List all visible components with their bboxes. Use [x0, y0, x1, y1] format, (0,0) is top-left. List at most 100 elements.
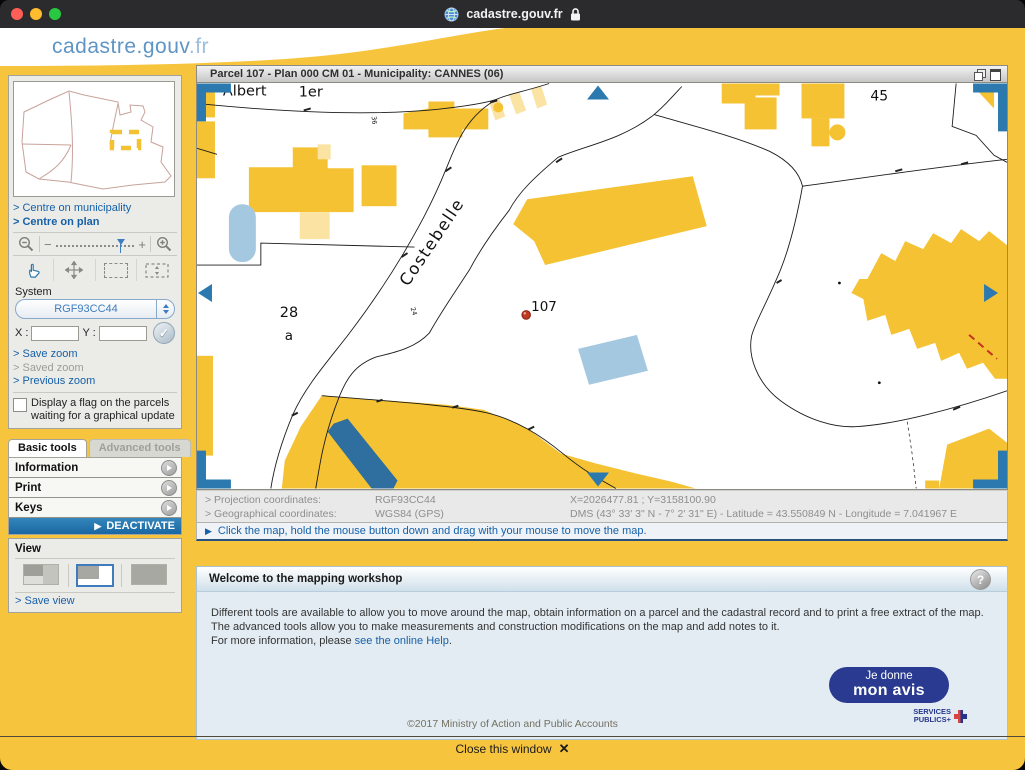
expand-arrow-icon[interactable] [161, 460, 177, 476]
parcel-marker-highlight [524, 312, 526, 314]
pan-arrows-tool-button[interactable] [53, 259, 94, 281]
welcome-panel: Welcome to the mapping workshop ? Differ… [196, 566, 1008, 740]
zoom-in-button[interactable] [150, 236, 177, 252]
projection-coordinates-row: > Projection coordinates: RGF93CC44 X=20… [197, 493, 1007, 507]
map-panel-title: Parcel 107 - Plan 000 CM 01 - Municipali… [210, 68, 970, 80]
extent-rectangle-tool-button[interactable] [136, 259, 177, 281]
move-arrows-icon [65, 261, 83, 279]
feedback-line2: mon avis [853, 683, 925, 699]
zoom-slider-track[interactable] [56, 239, 135, 249]
centre-on-plan-link[interactable]: > Centre on plan [13, 216, 177, 230]
y-coordinate-input[interactable] [99, 326, 147, 341]
accordion-item-print[interactable]: Print [9, 478, 181, 498]
saved-zoom-link: > Saved zoom [13, 362, 177, 376]
corner-handle-bottom-left[interactable] [197, 451, 231, 489]
logo-main: cadastre.gouv [52, 35, 189, 58]
welcome-body: Different tools are available to allow y… [197, 592, 1007, 648]
x-coordinate-input[interactable] [31, 326, 79, 341]
system-select[interactable]: RGF93CC44 [15, 299, 175, 319]
previous-zoom-link[interactable]: > Previous zoom [13, 375, 177, 389]
welcome-paragraph-2: The advanced tools allow you to make mea… [211, 620, 993, 634]
lock-icon [570, 8, 581, 21]
coordinates-bar: > Projection coordinates: RGF93CC44 X=20… [196, 490, 1008, 523]
feedback-button[interactable]: Je donne mon avis [829, 667, 949, 703]
map-panel: Parcel 107 - Plan 000 CM 01 - Municipali… [196, 65, 1008, 541]
arrow-right-icon: ▶ [94, 521, 101, 532]
zoom-slider-handle[interactable] [117, 239, 125, 245]
page-title: cadastre.gouv.fr [466, 7, 562, 21]
map-hint-bar: ▶ Click the map, hold the mouse button d… [196, 523, 1008, 541]
parcel-marker-dot [522, 311, 531, 320]
magnifier-plus-icon [156, 236, 172, 252]
footer-divider [0, 736, 1025, 737]
pan-up-arrow[interactable] [587, 85, 609, 99]
close-x-icon: ✕ [559, 741, 570, 757]
parcel-label-45: 45 [870, 88, 888, 104]
deactivate-button[interactable]: ▶ DEACTIVATE [9, 518, 181, 534]
zoom-rectangle-tool-button[interactable] [95, 259, 136, 281]
welcome-paragraph-1: Different tools are available to allow y… [211, 606, 993, 620]
accordion-label: Information [15, 462, 78, 474]
zoom-out-button[interactable] [13, 236, 40, 252]
welcome-header: Welcome to the mapping workshop ? [197, 567, 1007, 592]
view-layout-split-button[interactable] [23, 564, 59, 585]
centre-on-municipality-link[interactable]: > Centre on municipality [13, 202, 177, 216]
view-layout-full-button[interactable] [131, 564, 167, 585]
road-tick-marks [292, 100, 968, 429]
house-number-36: 36 [370, 116, 379, 125]
online-help-link[interactable]: see the online Help [355, 635, 449, 647]
system-label: System [15, 286, 175, 298]
select-stepper-icon[interactable] [156, 300, 174, 318]
browser-tab-title: cadastre.gouv.fr [0, 0, 1025, 28]
parcel-label-28a: a [285, 329, 293, 344]
overview-minimap[interactable] [13, 81, 175, 197]
flag-checkbox[interactable] [13, 398, 27, 412]
zoom-minus-label[interactable]: − [44, 237, 52, 252]
dashed-rectangle-icon [104, 263, 128, 278]
geographic-system: WGS84 (GPS) [375, 507, 570, 521]
map-tools-row [13, 257, 177, 283]
view-layout-map-left-button[interactable] [76, 564, 114, 587]
close-this-window-button[interactable]: Close this window ✕ [0, 741, 1025, 757]
pool-shape [578, 335, 648, 385]
view-panel-title: View [15, 543, 175, 555]
expand-arrow-icon[interactable] [161, 500, 177, 516]
projection-label: > Projection coordinates: [197, 493, 375, 507]
accordion-item-information[interactable]: Information [9, 458, 181, 478]
view-layout-options [15, 558, 175, 593]
cadastral-map[interactable]: Albert 1er 45 28 a 107 Costebelle 24 36 [197, 83, 1007, 489]
zoom-slider-row: − + [13, 232, 177, 256]
parcel-label-107: 107 [531, 300, 557, 315]
map-viewport[interactable]: Albert 1er 45 28 a 107 Costebelle 24 36 [196, 83, 1008, 490]
dashed-extent-icon [145, 262, 169, 279]
welcome-paragraph-3: For more information, please see the onl… [211, 634, 993, 648]
welcome-p3-suffix: . [449, 635, 452, 647]
accordion-item-keys[interactable]: Keys [9, 498, 181, 518]
pan-left-arrow[interactable] [198, 284, 212, 302]
flag-checkbox-row: Display a flag on the parcels waiting fo… [13, 396, 177, 424]
cadastre-logo[interactable]: cadastre.gouv.fr [52, 35, 209, 59]
projection-system: RGF93CC44 [375, 493, 570, 507]
flag-checkbox-label: Display a flag on the parcels waiting fo… [31, 397, 177, 423]
tab-advanced-tools[interactable]: Advanced tools [89, 439, 191, 457]
browser-titlebar: cadastre.gouv.fr [0, 0, 1025, 29]
tools-accordion: Information Print Keys ▶ DEACTIVATE [8, 457, 182, 535]
pan-hand-tool-button[interactable] [13, 259, 53, 281]
coordinate-go-button[interactable]: ✓ [153, 322, 175, 344]
tool-tabs: Basic tools Advanced tools [8, 439, 191, 457]
projection-values: X=2026477.81 ; Y=3158100.90 [570, 493, 1007, 507]
geographic-label: > Geographical coordinates: [197, 507, 375, 521]
expand-arrow-icon[interactable] [161, 480, 177, 496]
save-zoom-link[interactable]: > Save zoom [13, 348, 177, 362]
save-view-link[interactable]: > Save view [15, 595, 175, 609]
corner-handle-top-right[interactable] [973, 84, 1007, 132]
tab-basic-tools[interactable]: Basic tools [8, 439, 87, 457]
help-icon[interactable]: ? [970, 569, 991, 590]
maximize-panel-icon[interactable] [989, 68, 1002, 80]
view-panel: View > Save view [8, 538, 182, 613]
restore-panel-icon[interactable] [973, 68, 986, 80]
accordion-label: Keys [15, 502, 43, 514]
street-label-1er: 1er [299, 84, 323, 100]
zoom-plus-label[interactable]: + [138, 237, 146, 252]
hand-icon [25, 262, 42, 279]
